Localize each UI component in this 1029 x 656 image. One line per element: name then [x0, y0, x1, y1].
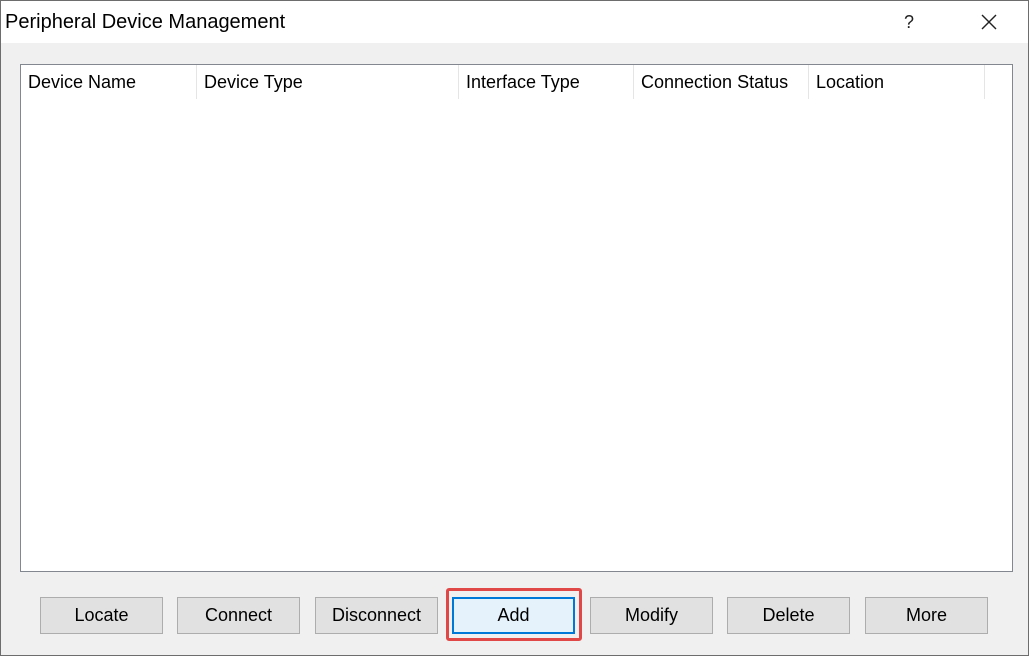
column-header-location[interactable]: Location: [809, 65, 985, 99]
delete-button[interactable]: Delete: [727, 597, 850, 634]
column-header-connection-status[interactable]: Connection Status: [634, 65, 809, 99]
disconnect-button[interactable]: Disconnect: [315, 597, 438, 634]
help-label: ?: [903, 11, 914, 32]
column-header-device-name[interactable]: Device Name: [21, 65, 197, 99]
add-button[interactable]: Add: [452, 597, 575, 634]
close-button[interactable]: [966, 1, 1012, 43]
more-button[interactable]: More: [865, 597, 988, 634]
modify-button[interactable]: Modify: [590, 597, 713, 634]
close-icon: [981, 14, 997, 30]
device-list[interactable]: Device Name Device Type Interface Type C…: [20, 64, 1013, 572]
column-header-device-type[interactable]: Device Type: [197, 65, 459, 99]
help-button[interactable]: ?: [886, 1, 932, 43]
dialog-window: Peripheral Device Management ? Device Na…: [0, 0, 1029, 656]
locate-button[interactable]: Locate: [40, 597, 163, 634]
connect-button[interactable]: Connect: [177, 597, 300, 634]
list-header: Device Name Device Type Interface Type C…: [21, 65, 985, 99]
list-body[interactable]: [21, 99, 1012, 571]
column-header-interface-type[interactable]: Interface Type: [459, 65, 634, 99]
window-title: Peripheral Device Management: [5, 11, 286, 33]
title-bar: Peripheral Device Management ?: [1, 1, 1028, 43]
